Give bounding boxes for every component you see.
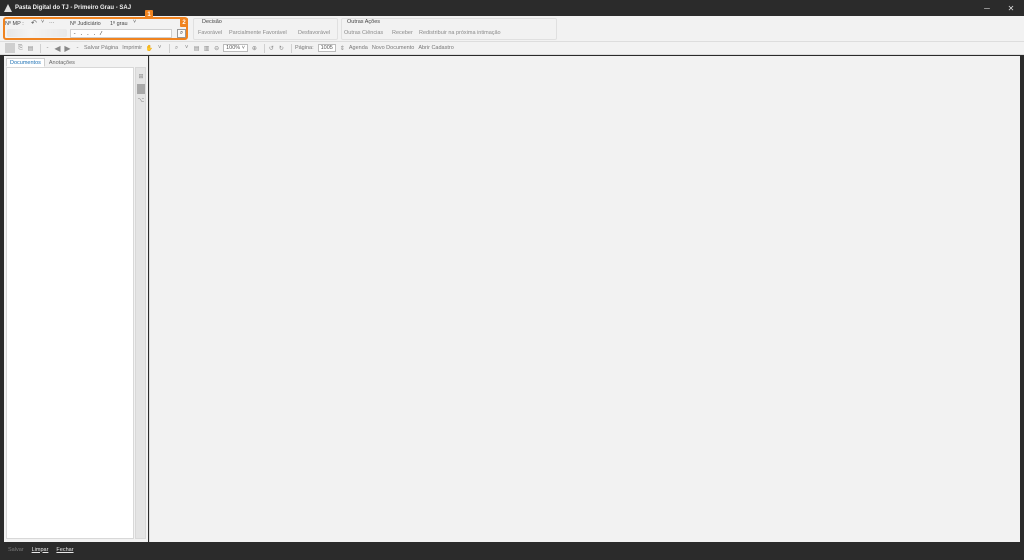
scrollbar-thumb[interactable] bbox=[137, 84, 145, 94]
document-icon[interactable]: ▤ bbox=[27, 45, 34, 52]
viewer-toolbar: ⎘ ▤ - ◀ ▶ - Salvar Página Imprimir ✋ ˅ ⌕… bbox=[0, 42, 1024, 55]
page-spinner-icon[interactable]: ⇕ bbox=[339, 45, 346, 52]
process-toolbar: Nº MP : ↶ ˅ ··· Nº Judiciário 1º grau ˅ … bbox=[0, 10, 1024, 42]
page-label: Página: bbox=[294, 45, 314, 51]
rotate-left-icon[interactable]: ↺ bbox=[268, 45, 275, 52]
document-tree[interactable] bbox=[6, 67, 134, 539]
page-number-input[interactable]: 1005 bbox=[317, 44, 336, 52]
rotate-right-icon[interactable]: ↻ bbox=[278, 45, 285, 52]
save-page-button[interactable]: Salvar Página bbox=[84, 45, 118, 51]
agenda-button[interactable]: Agenda bbox=[349, 45, 368, 51]
favoravel-button[interactable]: Favorável bbox=[198, 30, 222, 36]
highlight-box-1 bbox=[3, 17, 188, 40]
expand-icon[interactable]: ⊞ bbox=[137, 72, 145, 81]
panel-side-toolbar: ⊞ ⌥ bbox=[135, 67, 146, 539]
zoom-in-icon[interactable]: ⊕ bbox=[251, 45, 258, 52]
fit-width-icon[interactable]: ▥ bbox=[203, 45, 210, 52]
document-viewer[interactable] bbox=[149, 56, 1020, 542]
outras-acoes-title: Outras Ações bbox=[347, 19, 381, 25]
title-bar: Pasta Digital do TJ - Primeiro Grau - SA… bbox=[0, 0, 1024, 16]
footer-bar: Salvar Limpar Fechar bbox=[0, 543, 1024, 556]
panel-tabs: Documentos Anotações bbox=[6, 58, 79, 67]
tab-anotacoes[interactable]: Anotações bbox=[45, 58, 79, 67]
minus-icon[interactable]: - bbox=[44, 45, 51, 52]
tab-documentos[interactable]: Documentos bbox=[6, 58, 45, 67]
receber-button[interactable]: Receber bbox=[392, 30, 413, 36]
documents-panel: Documentos Anotações ⊞ ⌥ bbox=[4, 56, 148, 542]
zoom-search-icon[interactable]: ⌕ bbox=[173, 45, 180, 52]
open-registry-button[interactable]: Abrir Cadastro bbox=[418, 45, 453, 51]
parcialmente-favoravel-button[interactable]: Parcialmente Favorável bbox=[229, 30, 287, 36]
previous-page-icon[interactable]: ◀ bbox=[54, 44, 61, 53]
close-window-button[interactable]: ✕ bbox=[1000, 0, 1022, 16]
tree-icon[interactable]: ⌥ bbox=[137, 96, 145, 105]
save-button[interactable]: Salvar bbox=[8, 547, 24, 553]
chevron-down-icon-2[interactable]: ˅ bbox=[183, 45, 190, 52]
close-button[interactable]: Fechar bbox=[56, 547, 73, 553]
minus-icon-2[interactable]: - bbox=[74, 45, 81, 52]
print-button[interactable]: Imprimir bbox=[122, 45, 142, 51]
app-logo-icon bbox=[4, 4, 12, 12]
new-document-button[interactable]: Novo Documento bbox=[372, 45, 415, 51]
zoom-select[interactable]: 100% ˅ bbox=[223, 44, 248, 52]
chevron-down-icon[interactable]: ˅ bbox=[156, 45, 163, 52]
fit-page-icon[interactable]: ▤ bbox=[193, 45, 200, 52]
highlight-badge-2: 2 bbox=[180, 18, 188, 27]
window-title: Pasta Digital do TJ - Primeiro Grau - SA… bbox=[15, 5, 132, 11]
next-page-icon[interactable]: ▶ bbox=[64, 44, 71, 53]
zoom-out-icon[interactable]: ⊖ bbox=[213, 45, 220, 52]
copy-icon[interactable]: ⎘ bbox=[17, 45, 24, 52]
outras-ciencias-button[interactable]: Outras Ciências bbox=[344, 30, 383, 36]
redistribuir-button[interactable]: Redistribuir na próxima intimação bbox=[419, 30, 501, 36]
hand-tool-icon[interactable]: ✋ bbox=[146, 45, 153, 52]
decisao-title: Decisão bbox=[202, 19, 222, 25]
minimize-button[interactable]: ─ bbox=[976, 0, 998, 16]
desfavoravel-button[interactable]: Desfavorável bbox=[298, 30, 330, 36]
highlight-badge-1: 1 bbox=[145, 10, 153, 19]
panel-toggle-button[interactable] bbox=[5, 43, 15, 53]
clear-button[interactable]: Limpar bbox=[32, 547, 49, 553]
